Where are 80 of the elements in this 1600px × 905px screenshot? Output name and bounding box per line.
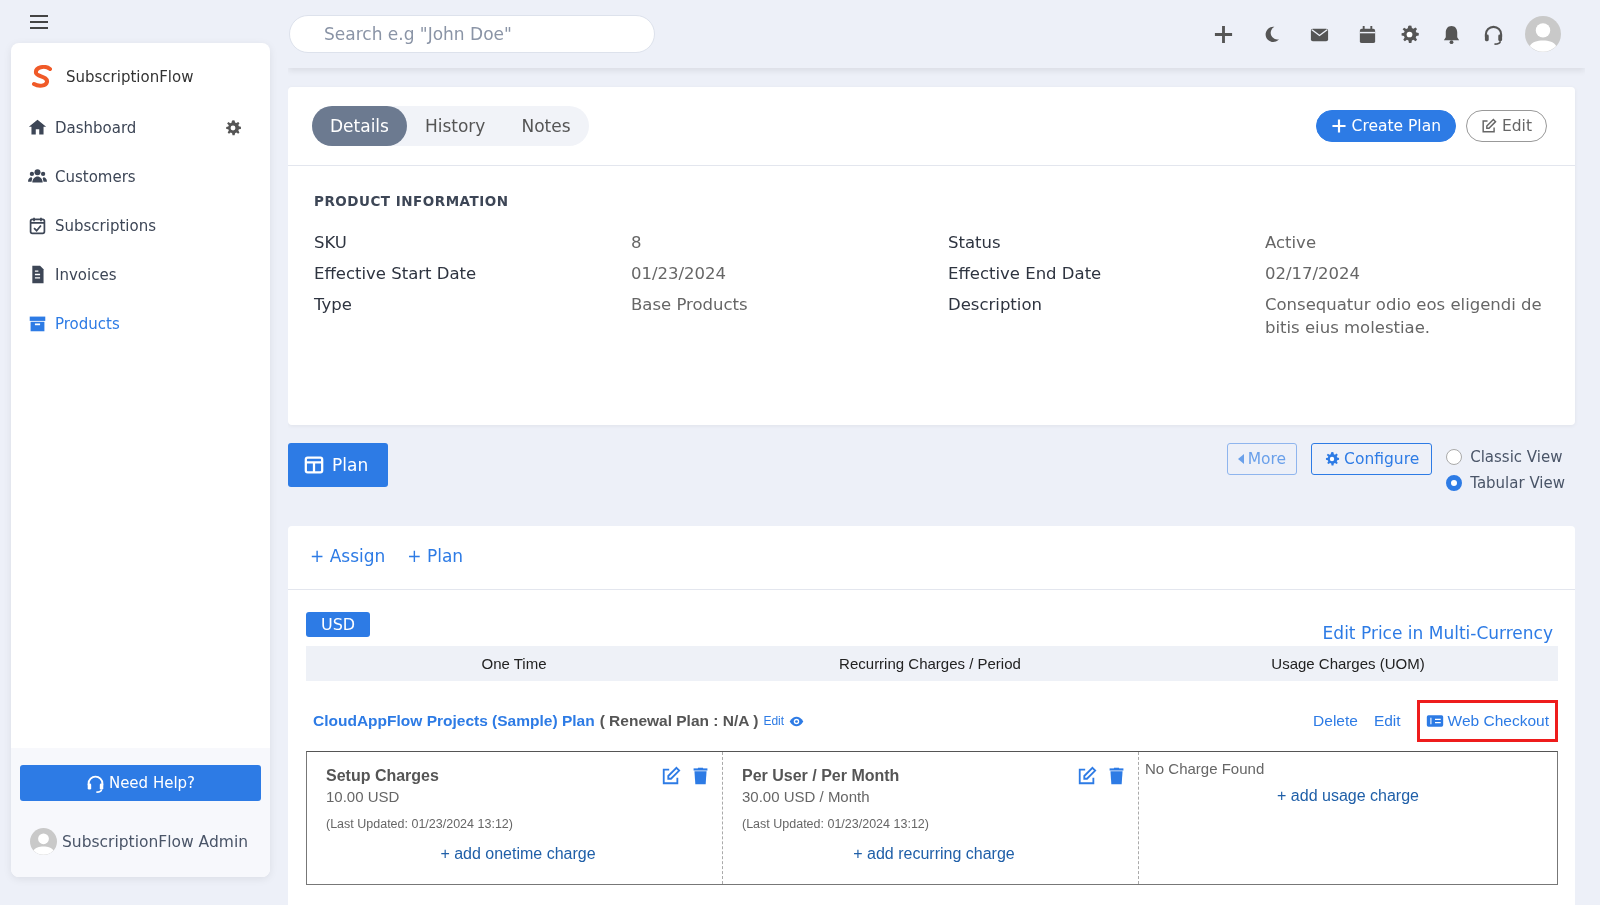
caret-icon [1237,454,1244,464]
edit-icon [1077,766,1097,786]
tab[interactable]: History [406,106,504,146]
plan-action-link[interactable]: Delete [1313,706,1358,736]
renewal-plan: ( Renewal Plan : N/A ) [599,712,759,730]
field-label: Type [314,294,353,316]
nav-icon [28,167,47,186]
nav-icon [28,216,47,235]
column-header: Usage Charges (UOM) [1270,655,1426,672]
empty-message: No Charge Found [1145,760,1266,777]
currency-badge: USD [306,612,371,637]
field-value: Active [1265,232,1318,254]
edit-button[interactable]: Edit [1465,110,1547,142]
field-label: Status [948,232,1002,254]
last-updated: (Last Updated: 01/23/2024 13:12) [742,817,930,831]
charge-title: Setup Charges [326,767,439,785]
sidebar-item[interactable]: Invoices [11,250,270,299]
edit-icon [1480,118,1497,134]
multi-currency-link[interactable]: Edit Price in Multi-Currency [1322,623,1553,643]
columns-icon [304,455,324,475]
bell-icon [1441,23,1462,45]
field-label: SKU [314,232,348,254]
headset-icon [85,773,105,793]
avatar-button[interactable] [1525,16,1561,52]
user-name: SubscriptionFlow Admin [62,832,248,851]
field-value: Base Products [631,294,749,316]
plan-button[interactable]: Plan [288,443,389,487]
radio-label: Classic View [1470,448,1563,466]
field-label: Effective Start Date [314,263,478,285]
add-charge-link[interactable]: + add recurring charge [853,845,1015,863]
field-value: 8 [631,232,643,254]
radio-button[interactable] [1446,475,1463,491]
field-value: 01/23/2024 [631,263,728,285]
sidebar-item[interactable]: Products [11,299,270,348]
add-charge-link[interactable]: + add usage charge [1277,787,1419,805]
configure-button[interactable]: Configure [1311,443,1433,475]
last-updated: (Last Updated: 01/23/2024 13:12) [326,817,514,831]
delete-icon [691,766,710,785]
field-value: 02/17/2024 [1265,263,1362,285]
gear-icon [1324,451,1341,467]
more-button[interactable]: More [1226,443,1298,475]
delete-icon [1107,766,1126,785]
add-link[interactable]: + Plan [407,546,464,589]
nav-icon [28,118,47,137]
headset-icon [1483,23,1504,45]
tab[interactable]: Details [312,106,407,146]
radio-label: Tabular View [1470,474,1565,492]
add-icon [1213,23,1234,45]
column-header: Recurring Charges / Period [838,655,1022,672]
plan-action-link[interactable]: Web Checkout [1416,700,1558,742]
plus-icon [1330,118,1347,134]
tab[interactable]: Notes [503,106,589,146]
search-field[interactable]: Search e.g "John Doe" [289,15,655,53]
add-link[interactable]: + Assign [310,546,386,589]
column-header: One Time [480,655,548,672]
settings-icon [1399,23,1420,45]
card-icon [1425,712,1444,730]
field-label: Effective End Date [948,263,1103,285]
edit-icon [661,766,681,786]
charge-price: 30.00 USD / Month [742,788,871,805]
calendar-icon [1357,23,1378,45]
help-button[interactable]: Need Help? [20,765,261,801]
field-label: Description [948,294,1043,316]
radio-button[interactable] [1446,449,1463,465]
field-value: Consequatur odio eos eligendi de bitis eius molestiae. [1265,294,1543,339]
plan-name-link[interactable]: CloudAppFlow Projects (Sample) Plan [313,712,595,730]
charge-price: 10.00 USD [326,788,401,805]
avatar-icon [30,828,57,855]
plan-action-link[interactable]: Edit [1373,706,1401,736]
sidebar-item[interactable]: Dashboard [11,103,270,152]
section-title: PRODUCT INFORMATION [314,193,510,209]
charge-title: Per User / Per Month [742,767,900,785]
sidebar-item[interactable]: Customers [11,152,270,201]
edit-link[interactable]: Edit [763,714,785,728]
create-plan-button[interactable]: Create Plan [1315,110,1456,142]
settings-icon [224,118,242,137]
add-charge-link[interactable]: + add onetime charge [440,845,596,863]
brand-name: SubscriptionFlow [66,68,194,86]
sidebar-item[interactable]: Subscriptions [11,201,270,250]
nav-icon [28,314,47,333]
